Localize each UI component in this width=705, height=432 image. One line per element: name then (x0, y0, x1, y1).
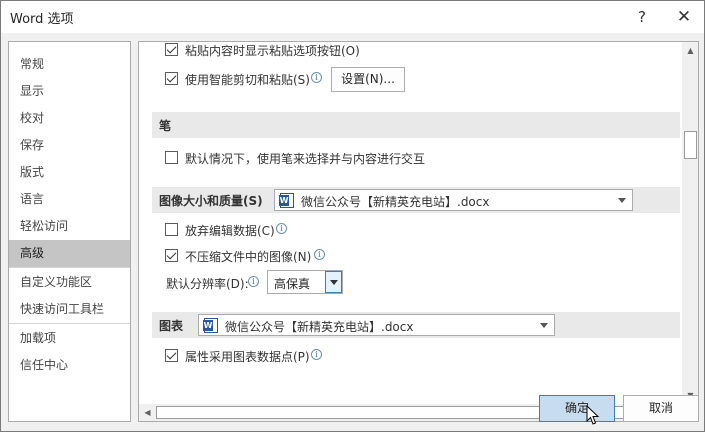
pen-interact-checkbox[interactable] (165, 151, 178, 164)
mouse-pointer-icon (586, 405, 600, 425)
pen-section-title: 笔 (159, 119, 172, 133)
sidebar-divider (9, 323, 130, 324)
smart-cut-checkbox[interactable] (165, 72, 178, 85)
default-resolution-value: 高保真 (274, 277, 311, 291)
pen-section-header: 笔 (152, 112, 680, 138)
no-compress-checkbox[interactable] (165, 249, 178, 262)
sidebar-item-language[interactable]: 语言 (9, 186, 130, 213)
cancel-button[interactable]: 取消 (623, 395, 699, 422)
options-content-panel: 粘贴内容时显示粘贴选项按钮(O) 使用智能剪切和粘贴(S) i 设置(N)...… (138, 41, 699, 422)
default-resolution-select[interactable]: 高保真 (267, 270, 343, 294)
ok-button[interactable]: 确定 (539, 395, 615, 422)
vertical-scroll-thumb[interactable] (684, 131, 697, 159)
image-document-value: 微信公众号【新精英充电站】.docx (301, 195, 490, 209)
sidebar-item-advanced[interactable]: 高级 (9, 240, 130, 267)
sidebar-item-trust-center[interactable]: 信任中心 (9, 352, 130, 379)
chevron-down-icon (540, 323, 548, 328)
sidebar-item-display[interactable]: 显示 (9, 78, 130, 105)
word-document-icon (203, 318, 218, 333)
chevron-down-icon (618, 198, 626, 203)
info-icon: i (276, 223, 287, 234)
pen-interact-label: 默认情况下，使用笔来选择并与内容进行交互 (185, 152, 426, 166)
info-icon: i (314, 249, 325, 260)
paste-options-label: 粘贴内容时显示粘贴选项按钮(O) (185, 44, 360, 58)
sidebar-item-save[interactable]: 保存 (9, 132, 130, 159)
dialog-body: 常规 显示 校对 保存 版式 语言 轻松访问 高级 自定义功能区 快速访问工具栏… (1, 33, 704, 431)
info-icon: i (248, 276, 259, 287)
dialog-title: Word 选项 (10, 12, 74, 27)
no-compress-label: 不压缩文件中的图像(N) (185, 250, 312, 264)
info-icon: i (311, 349, 322, 360)
sidebar-item-layout[interactable]: 版式 (9, 159, 130, 186)
sidebar-item-quick-access-toolbar[interactable]: 快速访问工具栏 (9, 296, 130, 323)
vertical-scrollbar[interactable]: ▲ ▼ (682, 42, 698, 421)
chart-document-select[interactable]: 微信公众号【新精英充电站】.docx (198, 314, 555, 336)
word-options-dialog: Word 选项 ? ✕ 常规 显示 校对 保存 版式 语言 轻松访问 高级 自定… (0, 0, 705, 432)
chart-props-label: 属性采用图表数据点(P) (185, 350, 310, 364)
category-sidebar: 常规 显示 校对 保存 版式 语言 轻松访问 高级 自定义功能区 快速访问工具栏… (8, 41, 131, 422)
default-resolution-label: 默认分辨率(D): (166, 277, 249, 291)
image-section-title: 图像大小和质量(S) (159, 194, 263, 208)
chart-document-value: 微信公众号【新精英充电站】.docx (225, 320, 414, 334)
paste-options-checkbox[interactable] (165, 43, 178, 56)
scroll-up-icon[interactable]: ▲ (682, 42, 698, 59)
sidebar-item-add-ins[interactable]: 加载项 (9, 325, 130, 352)
sidebar-item-proofing[interactable]: 校对 (9, 105, 130, 132)
sidebar-item-general[interactable]: 常规 (9, 51, 130, 78)
info-icon: i (311, 72, 322, 83)
smart-cut-label: 使用智能剪切和粘贴(S) (185, 73, 310, 87)
discard-edit-data-checkbox[interactable] (165, 223, 178, 236)
image-document-select[interactable]: 微信公众号【新精英充电站】.docx (274, 189, 633, 211)
word-document-icon (279, 193, 294, 208)
scroll-left-icon[interactable]: ◀ (139, 404, 156, 421)
sidebar-item-customize-ribbon[interactable]: 自定义功能区 (9, 269, 130, 296)
close-button[interactable]: ✕ (671, 5, 697, 29)
chart-props-checkbox[interactable] (165, 349, 178, 362)
chart-section-title: 图表 (159, 319, 184, 333)
discard-edit-data-label: 放弃编辑数据(C) (185, 224, 275, 238)
sidebar-item-accessibility[interactable]: 轻松访问 (9, 213, 130, 240)
sidebar-divider (9, 267, 130, 268)
dropdown-arrow-icon[interactable] (325, 271, 342, 293)
title-bar: Word 选项 ? ✕ (1, 1, 704, 33)
help-button[interactable]: ? (629, 5, 655, 29)
settings-button[interactable]: 设置(N)... (331, 67, 405, 92)
